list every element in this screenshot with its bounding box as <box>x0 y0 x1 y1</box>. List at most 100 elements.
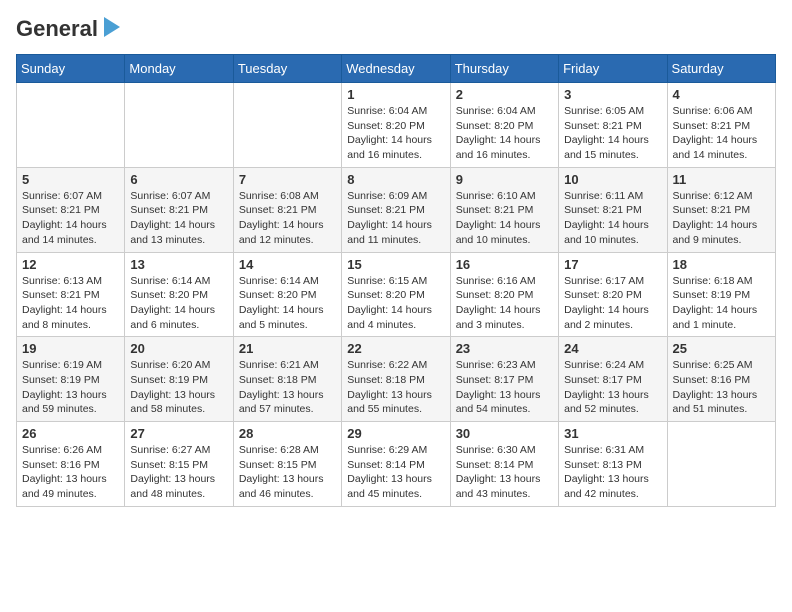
calendar-cell: 30Sunrise: 6:30 AM Sunset: 8:14 PM Dayli… <box>450 422 558 507</box>
day-info: Sunrise: 6:07 AM Sunset: 8:21 PM Dayligh… <box>22 189 119 248</box>
day-info: Sunrise: 6:10 AM Sunset: 8:21 PM Dayligh… <box>456 189 553 248</box>
calendar-cell: 15 Sunrise: 6:15 AM Sunset: 8:20 PM Dayli… <box>342 252 450 337</box>
calendar-cell: 9 Sunrise: 6:10 AM Sunset: 8:21 PM Daylig… <box>450 167 558 252</box>
day-number: 24 <box>564 341 661 356</box>
calendar-cell: 29 Sunrise: 6:29 AM Sunset: 8:14 PM Dayli… <box>342 422 450 507</box>
calendar-cell <box>125 83 233 168</box>
day-number: 25 <box>673 341 770 356</box>
calendar-cell: 7Sunrise: 6:08 AM Sunset: 8:21 PM Daylig… <box>233 167 341 252</box>
day-info: Sunrise: 6:18 AM Sunset: 8:19 PM Dayligh… <box>673 274 770 333</box>
logo-general-text: General <box>16 16 98 42</box>
calendar-cell: 28 Sunrise: 6:28 AM Sunset: 8:15 PM Dayli… <box>233 422 341 507</box>
calendar-cell: 19Sunrise: 6:19 AM Sunset: 8:19 PM Dayli… <box>17 337 125 422</box>
day-info: Sunrise: 6:05 AM Sunset: 8:21 PM Dayligh… <box>564 104 661 163</box>
calendar-table: SundayMondayTuesdayWednesdayThursdayFrid… <box>16 54 776 507</box>
day-number: 21 <box>239 341 336 356</box>
calendar-cell: 10 Sunrise: 6:11 AM Sunset: 8:21 PM Dayli… <box>559 167 667 252</box>
day-info: Sunrise: 6:25 AM Sunset: 8:16 PM Dayligh… <box>673 358 770 417</box>
calendar-week-row: 5 Sunrise: 6:07 AM Sunset: 8:21 PM Daylig… <box>17 167 776 252</box>
day-info: Sunrise: 6:07 AM Sunset: 8:21 PM Dayligh… <box>130 189 227 248</box>
day-info: Sunrise: 6:11 AM Sunset: 8:21 PM Dayligh… <box>564 189 661 248</box>
calendar-cell: 14Sunrise: 6:14 AM Sunset: 8:20 PM Dayli… <box>233 252 341 337</box>
weekday-header-thursday: Thursday <box>450 55 558 83</box>
day-number: 4 <box>673 87 770 102</box>
weekday-header-monday: Monday <box>125 55 233 83</box>
calendar-cell: 25 Sunrise: 6:25 AM Sunset: 8:16 PM Dayli… <box>667 337 775 422</box>
day-info: Sunrise: 6:08 AM Sunset: 8:21 PM Dayligh… <box>239 189 336 248</box>
weekday-header-sunday: Sunday <box>17 55 125 83</box>
day-info: Sunrise: 6:19 AM Sunset: 8:19 PM Dayligh… <box>22 358 119 417</box>
day-number: 6 <box>130 172 227 187</box>
calendar-week-row: 19Sunrise: 6:19 AM Sunset: 8:19 PM Dayli… <box>17 337 776 422</box>
day-info: Sunrise: 6:14 AM Sunset: 8:20 PM Dayligh… <box>130 274 227 333</box>
day-number: 9 <box>456 172 553 187</box>
calendar-cell: 5 Sunrise: 6:07 AM Sunset: 8:21 PM Daylig… <box>17 167 125 252</box>
calendar-cell: 11 Sunrise: 6:12 AM Sunset: 8:21 PM Dayli… <box>667 167 775 252</box>
calendar-week-row: 12Sunrise: 6:13 AM Sunset: 8:21 PM Dayli… <box>17 252 776 337</box>
weekday-header-wednesday: Wednesday <box>342 55 450 83</box>
calendar-cell: 6 Sunrise: 6:07 AM Sunset: 8:21 PM Daylig… <box>125 167 233 252</box>
day-info: Sunrise: 6:09 AM Sunset: 8:21 PM Dayligh… <box>347 189 444 248</box>
calendar-cell: 26 Sunrise: 6:26 AM Sunset: 8:16 PM Dayli… <box>17 422 125 507</box>
day-number: 2 <box>456 87 553 102</box>
calendar-cell: 3 Sunrise: 6:05 AM Sunset: 8:21 PM Daylig… <box>559 83 667 168</box>
day-number: 12 <box>22 257 119 272</box>
day-info: Sunrise: 6:22 AM Sunset: 8:18 PM Dayligh… <box>347 358 444 417</box>
calendar-cell: 8 Sunrise: 6:09 AM Sunset: 8:21 PM Daylig… <box>342 167 450 252</box>
day-number: 23 <box>456 341 553 356</box>
day-number: 8 <box>347 172 444 187</box>
day-info: Sunrise: 6:31 AM Sunset: 8:13 PM Dayligh… <box>564 443 661 502</box>
calendar-cell: 27 Sunrise: 6:27 AM Sunset: 8:15 PM Dayli… <box>125 422 233 507</box>
day-number: 18 <box>673 257 770 272</box>
logo-arrow-icon <box>104 17 120 37</box>
calendar-cell: 12Sunrise: 6:13 AM Sunset: 8:21 PM Dayli… <box>17 252 125 337</box>
day-number: 31 <box>564 426 661 441</box>
day-info: Sunrise: 6:04 AM Sunset: 8:20 PM Dayligh… <box>456 104 553 163</box>
day-number: 22 <box>347 341 444 356</box>
day-number: 16 <box>456 257 553 272</box>
day-info: Sunrise: 6:12 AM Sunset: 8:21 PM Dayligh… <box>673 189 770 248</box>
calendar-cell: 2 Sunrise: 6:04 AM Sunset: 8:20 PM Daylig… <box>450 83 558 168</box>
day-info: Sunrise: 6:27 AM Sunset: 8:15 PM Dayligh… <box>130 443 227 502</box>
day-info: Sunrise: 6:06 AM Sunset: 8:21 PM Dayligh… <box>673 104 770 163</box>
weekday-header-friday: Friday <box>559 55 667 83</box>
calendar-cell: 16Sunrise: 6:16 AM Sunset: 8:20 PM Dayli… <box>450 252 558 337</box>
calendar-cell: 13 Sunrise: 6:14 AM Sunset: 8:20 PM Dayli… <box>125 252 233 337</box>
weekday-header-tuesday: Tuesday <box>233 55 341 83</box>
calendar-cell: 1 Sunrise: 6:04 AM Sunset: 8:20 PM Daylig… <box>342 83 450 168</box>
weekday-header-row: SundayMondayTuesdayWednesdayThursdayFrid… <box>17 55 776 83</box>
logo: General <box>16 16 120 42</box>
day-number: 13 <box>130 257 227 272</box>
day-number: 29 <box>347 426 444 441</box>
day-info: Sunrise: 6:21 AM Sunset: 8:18 PM Dayligh… <box>239 358 336 417</box>
calendar-cell: 20Sunrise: 6:20 AM Sunset: 8:19 PM Dayli… <box>125 337 233 422</box>
calendar-cell: 24 Sunrise: 6:24 AM Sunset: 8:17 PM Dayli… <box>559 337 667 422</box>
calendar-cell <box>17 83 125 168</box>
page-header: General <box>16 16 776 42</box>
calendar-cell <box>667 422 775 507</box>
day-info: Sunrise: 6:29 AM Sunset: 8:14 PM Dayligh… <box>347 443 444 502</box>
day-number: 11 <box>673 172 770 187</box>
day-number: 5 <box>22 172 119 187</box>
day-info: Sunrise: 6:04 AM Sunset: 8:20 PM Dayligh… <box>347 104 444 163</box>
day-info: Sunrise: 6:14 AM Sunset: 8:20 PM Dayligh… <box>239 274 336 333</box>
day-number: 27 <box>130 426 227 441</box>
calendar-week-row: 26 Sunrise: 6:26 AM Sunset: 8:16 PM Dayli… <box>17 422 776 507</box>
day-number: 26 <box>22 426 119 441</box>
calendar-cell: 21 Sunrise: 6:21 AM Sunset: 8:18 PM Dayli… <box>233 337 341 422</box>
day-number: 1 <box>347 87 444 102</box>
calendar-cell: 22 Sunrise: 6:22 AM Sunset: 8:18 PM Dayli… <box>342 337 450 422</box>
calendar-cell: 31 Sunrise: 6:31 AM Sunset: 8:13 PM Dayli… <box>559 422 667 507</box>
day-number: 3 <box>564 87 661 102</box>
calendar-week-row: 1 Sunrise: 6:04 AM Sunset: 8:20 PM Daylig… <box>17 83 776 168</box>
calendar-cell: 17Sunrise: 6:17 AM Sunset: 8:20 PM Dayli… <box>559 252 667 337</box>
calendar-cell: 18 Sunrise: 6:18 AM Sunset: 8:19 PM Dayli… <box>667 252 775 337</box>
day-info: Sunrise: 6:17 AM Sunset: 8:20 PM Dayligh… <box>564 274 661 333</box>
day-info: Sunrise: 6:15 AM Sunset: 8:20 PM Dayligh… <box>347 274 444 333</box>
day-number: 28 <box>239 426 336 441</box>
day-number: 10 <box>564 172 661 187</box>
day-info: Sunrise: 6:24 AM Sunset: 8:17 PM Dayligh… <box>564 358 661 417</box>
day-info: Sunrise: 6:28 AM Sunset: 8:15 PM Dayligh… <box>239 443 336 502</box>
day-info: Sunrise: 6:26 AM Sunset: 8:16 PM Dayligh… <box>22 443 119 502</box>
day-number: 15 <box>347 257 444 272</box>
